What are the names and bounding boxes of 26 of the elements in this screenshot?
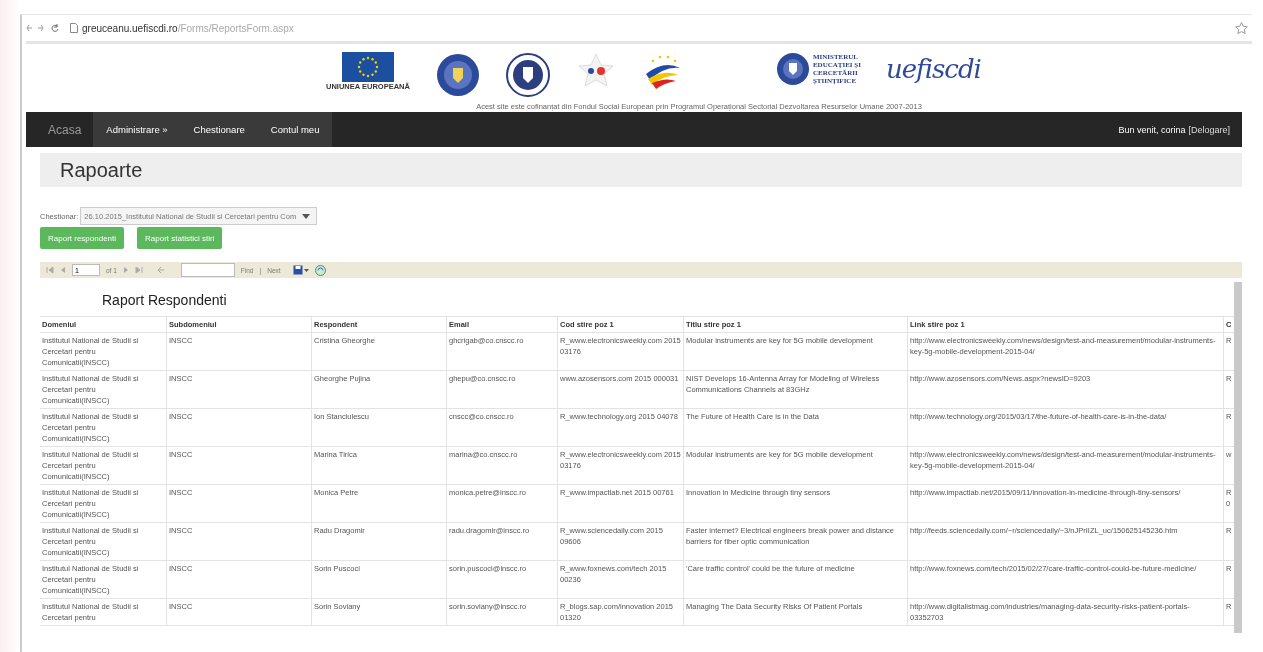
previous-page-icon[interactable]: [60, 266, 66, 274]
nav-item[interactable]: Contul meu: [257, 112, 333, 147]
refresh-icon[interactable]: [314, 264, 326, 276]
nav-item[interactable]: Administrare »: [93, 112, 181, 147]
home-link[interactable]: Acasa: [26, 112, 94, 147]
page-icon: [70, 23, 78, 33]
caret-icon: [302, 213, 311, 219]
emblem-logo: [505, 52, 550, 98]
page-title: Rapoarte: [60, 158, 143, 182]
seal-logo: [435, 52, 480, 98]
logout-link[interactable]: [Delogare]: [1188, 112, 1242, 147]
eu-flag-logo: [341, 52, 394, 82]
find-field[interactable]: [180, 263, 235, 277]
brand-logo-text: uefiscdi: [885, 54, 981, 84]
first-page-icon[interactable]: [46, 266, 54, 274]
nav-item[interactable]: Chestionare: [180, 112, 258, 147]
scrollbar[interactable]: [1234, 282, 1242, 633]
next-page-icon[interactable]: [122, 266, 129, 274]
report-title: Raport Respondenti: [101, 291, 228, 310]
save-icon[interactable]: [292, 265, 309, 275]
welcome-text: Bun venit, corina: [1118, 123, 1187, 137]
back-icon[interactable]: [156, 266, 165, 274]
ministry-seal-logo: [775, 52, 810, 86]
star-icon[interactable]: [1235, 22, 1248, 34]
last-page-icon[interactable]: [134, 266, 143, 274]
url-text[interactable]: greuceanu.uefiscdi.ro/Forms/ReportsForm.aspx: [82, 22, 294, 34]
